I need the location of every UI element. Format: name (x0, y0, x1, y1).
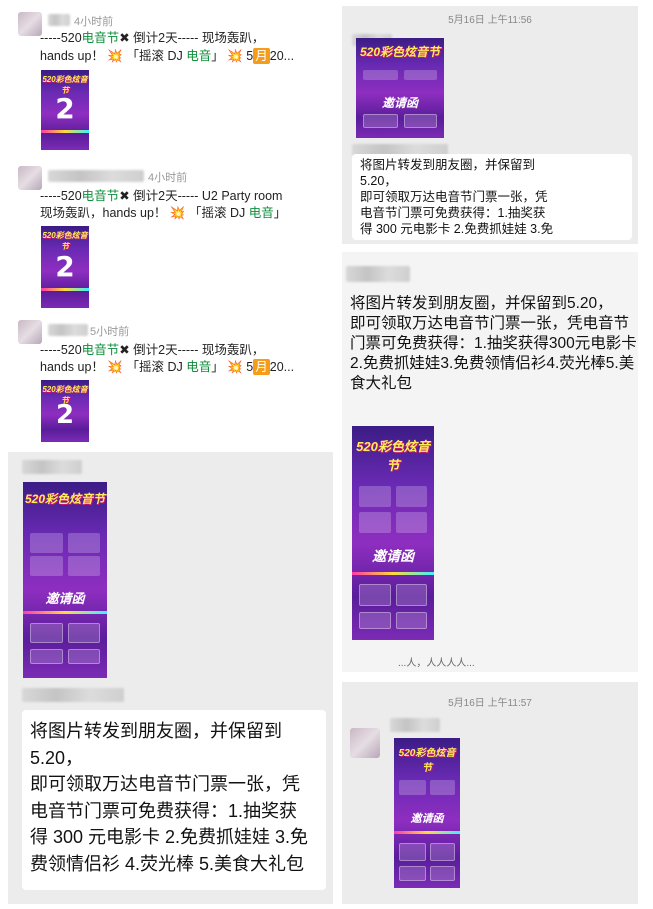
chat-message-bubble[interactable]: 将图片转发到朋友圈，并保留到 5.20， 即可领取万达电音节门票一张，凭 电音节… (22, 710, 326, 890)
poster-row (68, 532, 101, 553)
post-text-line2: hands up！ 💥 「摇滚 DJ 电音」 💥 5 月 20... (40, 48, 295, 64)
poster-invite: 邀请函 (372, 547, 414, 564)
poster-image[interactable]: 520彩色炫音节 邀请函 (356, 38, 444, 138)
poster-invite: 邀请函 (410, 813, 444, 825)
poster-row (429, 780, 455, 795)
poster-countdown-number: 2 (55, 250, 75, 283)
post-time: 4小时前 (74, 16, 114, 28)
message-line: 将图片转发到朋友圈，并保留到5.20， (350, 295, 613, 312)
message-line: 即可领取万达电音节门票一张，凭 (30, 774, 300, 794)
chat-panel-d: 5月16日 上午11:57 520彩色炫音节 邀请函 (342, 682, 638, 904)
message-line: 电音节门票可免费获得：1.抽奖获 (30, 800, 298, 821)
chat-timestamp: 5月16日 上午11:57 (448, 698, 532, 709)
post-text-line1: -----520电音节✖ 倒计2天----- 现场轰趴， (40, 31, 265, 45)
poster-thumbnail[interactable]: 520彩色炫音节 2 (41, 380, 89, 442)
blurred-username (390, 718, 440, 732)
poster-row (358, 485, 392, 508)
post-text-line1: -----520电音节✖ 倒计2天----- 现场轰趴， (40, 343, 265, 357)
poster-countdown-number: 2 (55, 400, 75, 430)
post-text-line1: -----520电音节✖ 倒计2天----- U2 Party room (40, 189, 283, 203)
poster-image[interactable]: 520彩色炫音节 邀请函 (352, 426, 434, 640)
blurred-username (48, 324, 88, 336)
poster-stripe (394, 831, 460, 834)
message-line: 将图片转发到朋友圈，并保留到 (30, 721, 282, 741)
poster-tile (399, 843, 426, 861)
poster-title: 520彩色炫音节 (359, 45, 441, 59)
poster-tile (68, 623, 101, 643)
message-line: 电音节门票可免费获得：1.抽奖获 (360, 206, 546, 220)
cropped-text-fragment: ...人，人人人人... (398, 658, 475, 669)
poster-row (396, 485, 428, 508)
avatar[interactable] (18, 320, 42, 344)
poster-row (399, 780, 426, 795)
poster-stripe (41, 130, 89, 133)
poster-title: 520彩色炫音节 (398, 748, 456, 774)
poster-row (358, 511, 392, 533)
message-line: 将图片转发到朋友圈，并保留到 (360, 158, 536, 172)
poster-tile (396, 584, 428, 606)
poster-stripe (41, 288, 89, 291)
message-line: 5.20， (30, 747, 84, 768)
blurred-username (22, 688, 124, 702)
poster-tile (429, 843, 455, 861)
post-time: 4小时前 (148, 172, 188, 184)
blurred-username (48, 14, 70, 26)
message-line: 门票可免费获得：1.抽奖获得300元电影卡 (350, 335, 637, 352)
message-line: 得 300 元电影卡 2.免费抓娃娃 3.免 (30, 827, 309, 847)
poster-image[interactable]: 520彩色炫音节 邀请函 (23, 482, 107, 678)
poster-invite: 邀请函 (381, 96, 418, 110)
poster-tile (396, 612, 428, 630)
poster-row (68, 556, 101, 577)
poster-image[interactable]: 520彩色炫音节 邀请函 (394, 738, 460, 888)
poster-tile (403, 114, 437, 128)
message-line: 得 300 元电影卡 2.免费抓娃娃 3.免 (360, 222, 554, 236)
chat-message-bubble[interactable]: 将图片转发到朋友圈，并保留到5.20， 即可领取万达电音节门票一张，凭电音节 门… (346, 294, 637, 408)
poster-title: 520彩色炫音节 (356, 439, 430, 473)
poster-tile (363, 114, 399, 128)
blurred-username (22, 460, 82, 474)
avatar[interactable] (350, 728, 380, 758)
avatar[interactable] (18, 12, 42, 36)
message-line: 食大礼包 (350, 375, 413, 392)
chat-panel-b: 5月16日 上午11:56 520彩色炫音节 邀请函 将图片转发到朋友圈，并保留… (342, 6, 638, 244)
message-line: 即可领取万达电音节门票一张，凭 (360, 190, 548, 204)
poster-tile (68, 648, 101, 665)
poster-row (363, 70, 399, 80)
post-text-line2: hands up！ 💥 「摇滚 DJ 电音」 💥 5 月 20... (40, 359, 295, 375)
poster-thumbnail[interactable]: 520彩色炫音节 2 (41, 226, 89, 308)
chat-panel-c: 将图片转发到朋友圈，并保留到5.20， 即可领取万达电音节门票一张，凭电音节 门… (342, 252, 638, 672)
message-line: 5.20， (360, 174, 397, 188)
poster-tile (358, 612, 392, 630)
post-text-line2: 现场轰趴，hands up！ 💥 「摇滚 DJ 电音」 (40, 206, 287, 220)
message-line: 2.免费抓娃娃3.免费领情侣衫4.荧光棒5.美 (350, 355, 635, 372)
poster-row (29, 532, 64, 553)
poster-tile (29, 648, 64, 665)
poster-title: 520彩色炫音节 (24, 492, 106, 506)
poster-row (29, 556, 64, 577)
poster-tile (29, 623, 64, 643)
post-time: 5小时前 (90, 326, 130, 338)
message-line: 即可领取万达电音节门票一张，凭电音节 (350, 315, 630, 332)
chat-message-bubble[interactable]: 将图片转发到朋友圈，并保留到 5.20， 即可领取万达电音节门票一张，凭 电音节… (352, 154, 632, 240)
message-line: 费领情侣衫 4.荧光棒 5.美食大礼包 (30, 853, 305, 874)
moments-feed: 4小时前 -----520电音节✖ 倒计2天----- 现场轰趴， hands … (8, 4, 333, 444)
poster-countdown-number: 2 (55, 92, 75, 125)
poster-tile (429, 865, 455, 881)
poster-row (396, 511, 428, 533)
poster-tile (399, 865, 426, 881)
chat-panel-a: 520彩色炫音节 邀请函 将图片转发到朋友圈，并保留到 5.20， 即可领取万达… (8, 452, 333, 904)
poster-thumbnail[interactable]: 520彩色炫音节 2 (41, 70, 89, 150)
poster-title: 520彩色炫音节 (42, 231, 88, 251)
chat-timestamp: 5月16日 上午11:56 (448, 15, 532, 26)
poster-stripe (352, 571, 434, 575)
poster-tile (358, 584, 392, 606)
blurred-username (346, 266, 410, 282)
blurred-username (48, 170, 144, 182)
avatar[interactable] (18, 166, 42, 190)
poster-row (403, 70, 437, 80)
poster-invite: 邀请函 (45, 590, 85, 606)
poster-stripe (23, 611, 107, 615)
